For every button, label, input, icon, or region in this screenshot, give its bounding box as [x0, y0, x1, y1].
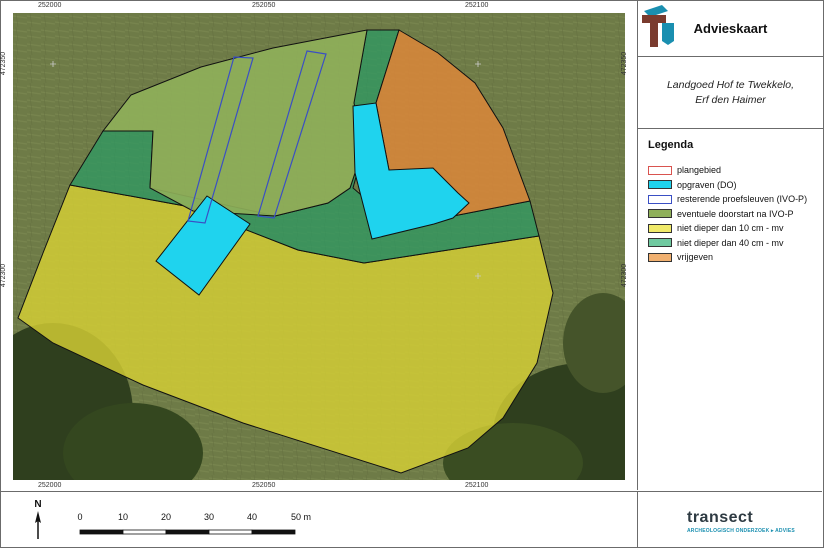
north-label: N: [34, 499, 41, 510]
legend-item: vrijgeven: [648, 250, 807, 265]
coord-bottom-3: 252100: [465, 482, 489, 489]
legend-label: eventuele doorstart na IVO-P: [677, 208, 794, 219]
scale-bar: 0 10 20 30 40 50 m: [70, 504, 330, 540]
legend: plangebied opgraven (DO) resterende proefs…: [648, 163, 807, 265]
scale-bar-graphic: [79, 529, 296, 535]
subtitle-line-2: Erf den Haimer: [695, 93, 766, 106]
legend-swatch: [648, 209, 672, 219]
coord-left-1: 472350: [0, 51, 8, 76]
coord-right-2: 472300: [621, 263, 629, 288]
legend-item: plangebied: [648, 163, 807, 178]
transect-logo: [642, 5, 674, 47]
legend-title: Legenda: [648, 139, 694, 151]
legend-item: niet dieper dan 10 cm - mv: [648, 221, 807, 236]
bottom-divider: [637, 492, 638, 547]
legend-label: resterende proefsleuven (IVO-P): [677, 194, 808, 205]
north-arrow-icon: N: [34, 499, 42, 539]
scale-segment: [251, 529, 296, 535]
logo-wordmark: transect: [687, 509, 754, 526]
legend-label: opgraven (DO): [677, 179, 737, 190]
logo-tagline: ARCHEOLOGISCH ONDERZOEK ▸ ADVIES: [687, 528, 795, 534]
legend-swatch: [648, 194, 672, 204]
coord-left-2: 472300: [0, 263, 8, 288]
scale-segment: [208, 529, 253, 535]
map-side-panel: Advieskaart Landgoed Hof te Twekkelo, Er…: [637, 0, 823, 490]
coord-bottom-1: 252000: [38, 482, 62, 489]
aerial-map: [13, 13, 625, 480]
legend-item: niet dieper dan 40 cm - mv: [648, 236, 807, 251]
legend-item: resterende proefsleuven (IVO-P): [648, 192, 807, 207]
legend-item: opgraven (DO): [648, 178, 807, 193]
legend-label: vrijgeven: [677, 252, 714, 263]
legend-swatch: [648, 223, 672, 233]
subtitle-box: Landgoed Hof te Twekkelo, Erf den Haimer: [638, 57, 823, 129]
legend-swatch: [648, 252, 672, 262]
coord-right-1: 472350: [621, 51, 629, 76]
legend-swatch: [648, 180, 672, 190]
legend-item: eventuele doorstart na IVO-P: [648, 207, 807, 222]
legend-label: niet dieper dan 10 cm - mv: [677, 223, 784, 234]
scale-segment: [79, 529, 124, 535]
legend-swatch: [648, 165, 672, 175]
map-canvas[interactable]: [13, 13, 625, 480]
coord-bottom-2: 252050: [252, 482, 276, 489]
scale-segment: [165, 529, 210, 535]
coord-top-3: 252100: [465, 2, 489, 9]
legend-swatch: [648, 238, 672, 248]
legend-label: plangebied: [677, 165, 722, 176]
subtitle-line-1: Landgoed Hof te Twekkelo,: [666, 78, 795, 91]
legend-label: niet dieper dan 40 cm - mv: [677, 237, 784, 248]
coord-top-2: 252050: [252, 2, 276, 9]
coord-top-1: 252000: [38, 2, 62, 9]
scale-segment: [122, 529, 167, 535]
